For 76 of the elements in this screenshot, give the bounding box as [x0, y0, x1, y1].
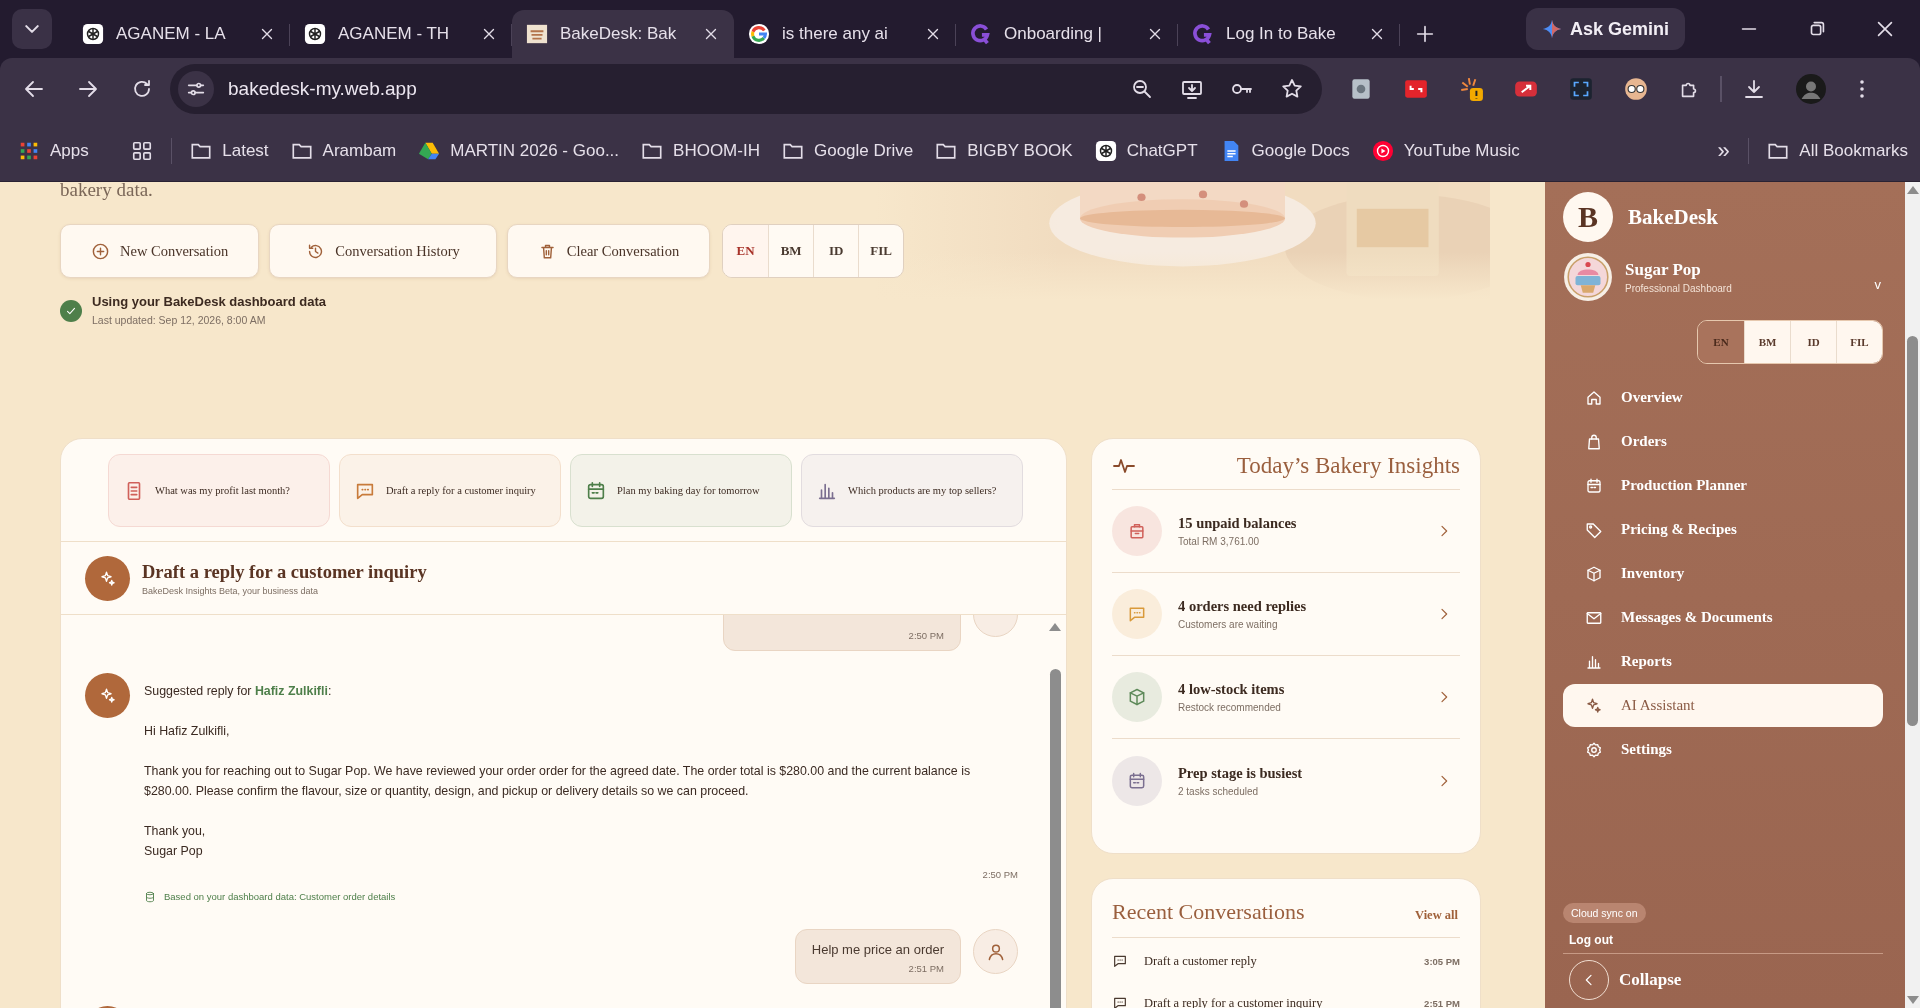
last-updated-text: Last updated: Sep 12, 2026, 8:00 AM	[92, 314, 267, 326]
browser-tab[interactable]: AGANEM - TH	[290, 10, 512, 58]
bookmark-link[interactable]: Google Docs	[1219, 139, 1350, 162]
language-option[interactable]: BM	[768, 225, 814, 277]
bookmark-link[interactable]: BHOOM-IH	[641, 139, 760, 162]
suggestion-chip[interactable]: What was my profit last month?	[108, 454, 330, 527]
conversation-time: 2:51 PM	[1424, 997, 1460, 1008]
message-text: Hi Hafiz Zulkifli,	[144, 723, 231, 740]
language-option[interactable]: ID	[813, 225, 859, 277]
conversation-time: 3:05 PM	[1424, 955, 1460, 967]
sync-status-badge: Cloud sync on	[1563, 903, 1646, 923]
bookmark-link[interactable]: All Bookmarks	[1767, 139, 1908, 162]
shop-role: Professional Dashboard	[1625, 283, 1733, 294]
card-title: Today’s Bakery Insights	[1236, 453, 1460, 479]
chat-subtitle: BakeDesk Insights Beta, your business data	[142, 585, 320, 596]
collapse-button[interactable]: Collapse	[1563, 953, 1883, 1000]
action-button[interactable]: Conversation History	[269, 224, 497, 278]
nav-item[interactable]: Production Planner	[1563, 464, 1883, 507]
nav-item[interactable]: Messages & Documents	[1563, 596, 1883, 639]
nav-item[interactable]: AI Assistant	[1563, 684, 1883, 727]
log-out-link[interactable]: Log out	[1569, 933, 1883, 947]
suggestion-chip[interactable]: Plan my baking day for tomorrow	[570, 454, 792, 527]
bookmark-link[interactable]: BIGBY BOOK	[935, 139, 1073, 162]
insight-row[interactable]: 4 low-stock items Restock recommended	[1112, 656, 1460, 739]
language-option[interactable]: FIL	[858, 225, 904, 277]
nav-item[interactable]: Overview	[1563, 376, 1883, 419]
browser-tab[interactable]: Log In to Bake	[1178, 10, 1400, 58]
bookmark-link[interactable]: ChatGPT	[1094, 139, 1198, 162]
browser-tab[interactable]: AGANEM - LA	[68, 10, 290, 58]
status-title: Using your BakeDesk dashboard data	[92, 294, 327, 309]
nav-item[interactable]: Orders	[1563, 420, 1883, 463]
message-text: Thank you,	[144, 823, 207, 840]
more-bookmarks-button[interactable]: »	[1717, 137, 1730, 164]
insight-row[interactable]: 15 unpaid balances Total RM 3,761.00	[1112, 490, 1460, 573]
bookmark-link[interactable]: Apps	[18, 139, 89, 162]
message-time: 2:50 PM	[981, 868, 1018, 882]
suggestion-chip[interactable]: Which products are my top sellers?	[801, 454, 1023, 527]
insight-row[interactable]: Prep stage is busiest 2 tasks scheduled	[1112, 739, 1460, 822]
view-all-link[interactable]: View all	[1415, 908, 1458, 923]
bookmark-link[interactable]: MARTIN 2026 - Goo...	[418, 139, 620, 162]
chat-title: Draft a reply for a customer inquiry	[142, 561, 427, 583]
message-text: Sugar Pop	[144, 843, 204, 860]
bookmark-link[interactable]: YouTube Music	[1371, 139, 1520, 162]
insight-row[interactable]: 4 orders need replies Customers are waiting	[1112, 573, 1460, 656]
conversation-link[interactable]: Draft a customer reply	[1144, 953, 1409, 969]
nav-item[interactable]: Pricing & Recipes	[1563, 508, 1883, 551]
language-option[interactable]: BM	[1744, 321, 1790, 363]
language-option[interactable]: FIL	[1836, 321, 1882, 363]
message-time: 2:50 PM	[907, 630, 944, 641]
intro-text: bakery data.	[60, 182, 154, 200]
bookmark-link[interactable]: Arambam	[290, 139, 397, 162]
action-button[interactable]: Clear Conversation	[506, 224, 711, 278]
card-title: Recent Conversations	[1112, 899, 1305, 925]
message-text: Suggested reply for Hafiz Zulkifli:	[144, 683, 333, 700]
nav-item[interactable]: Reports	[1563, 640, 1883, 683]
message-time: 2:51 PM	[907, 963, 944, 974]
language-option[interactable]: EN	[723, 225, 769, 277]
source-note: Based on your dashboard data: Customer order details	[164, 890, 396, 904]
message-text: Help me price an order	[811, 942, 944, 957]
browser-tab[interactable]: is there any ai	[734, 10, 956, 58]
shop-name: Sugar Pop	[1625, 260, 1702, 280]
dropdown-caret[interactable]: v	[1874, 276, 1881, 292]
address-bar[interactable]: bakedesk-my.web.app	[170, 64, 1322, 114]
suggestion-chip[interactable]: Draft a reply for a customer inquiry	[339, 454, 561, 527]
action-button[interactable]: New Conversation	[60, 224, 260, 278]
bookmark-link[interactable]: Google Drive	[781, 139, 914, 162]
message-text: Thank you for reaching out to Sugar Pop. We have reviewed your order order for the agreed date. The order total is $280.00 and the current balance is $280.00. Please confirm the flavour, size or quantity, design, and pickup or delivery details so we can proceed.	[144, 763, 972, 800]
browser-tab[interactable]: BakeDesk: Bak	[512, 10, 734, 58]
language-option[interactable]: ID	[1790, 321, 1836, 363]
brand-name: BakeDesk	[1628, 204, 1718, 230]
brand-logo: B	[1563, 192, 1613, 242]
browser-tab[interactable]: Onboarding |	[956, 10, 1178, 58]
ask-gemini-button[interactable]: Ask Gemini	[1526, 8, 1686, 50]
bookmark-link[interactable]: Latest	[190, 139, 269, 162]
nav-item[interactable]: Settings	[1563, 728, 1883, 771]
nav-item[interactable]: Inventory	[1563, 552, 1883, 595]
